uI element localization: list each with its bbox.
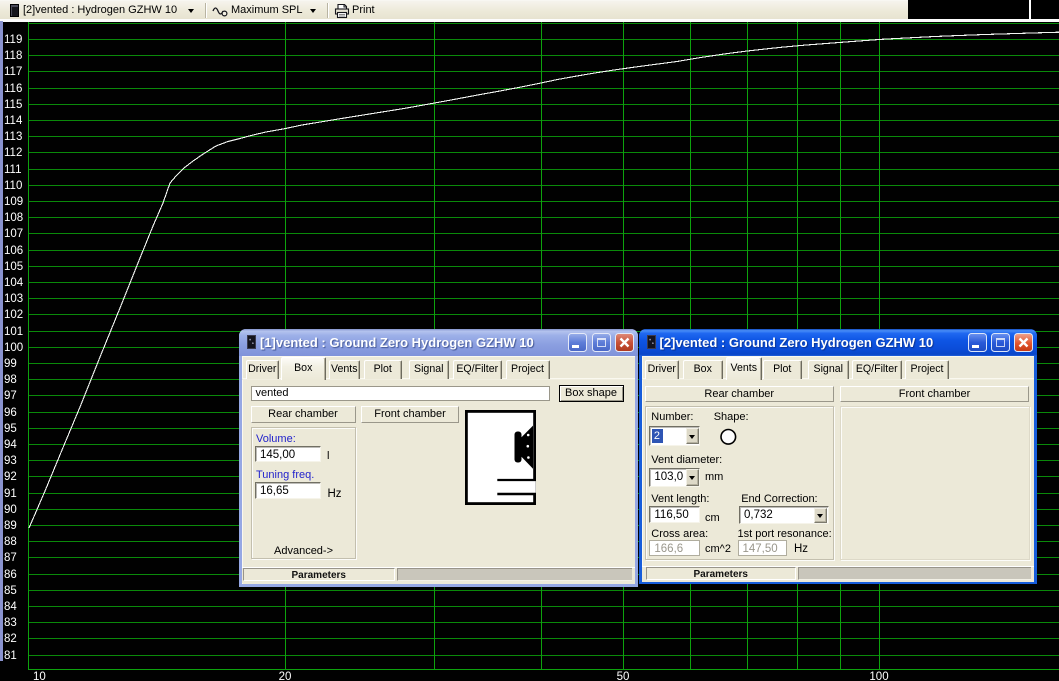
svg-text:119: 119	[4, 34, 22, 46]
svg-text:83: 83	[4, 617, 17, 629]
svg-text:92: 92	[4, 471, 17, 483]
svg-text:101: 101	[4, 326, 23, 338]
svg-text:110: 110	[4, 180, 22, 192]
svg-text:88: 88	[4, 536, 17, 548]
svg-text:10: 10	[33, 671, 46, 681]
svg-text:100: 100	[4, 342, 23, 354]
svg-text:20: 20	[279, 671, 292, 681]
svg-text:98: 98	[4, 374, 17, 386]
svg-text:95: 95	[4, 423, 17, 435]
svg-text:113: 113	[4, 131, 22, 143]
svg-text:105: 105	[4, 261, 23, 273]
svg-text:106: 106	[4, 245, 23, 257]
svg-text:108: 108	[4, 212, 23, 224]
svg-text:87: 87	[4, 552, 17, 564]
svg-text:89: 89	[4, 520, 17, 532]
svg-text:99: 99	[4, 358, 17, 370]
svg-text:107: 107	[4, 228, 23, 240]
svg-text:104: 104	[4, 277, 24, 289]
svg-text:116: 116	[4, 83, 22, 95]
svg-text:117: 117	[4, 66, 22, 78]
svg-text:112: 112	[4, 147, 22, 159]
svg-text:96: 96	[4, 407, 17, 419]
svg-text:90: 90	[4, 504, 17, 516]
svg-text:50: 50	[617, 671, 630, 681]
svg-text:100: 100	[869, 671, 888, 681]
svg-text:114: 114	[4, 115, 23, 127]
svg-text:85: 85	[4, 585, 17, 597]
svg-text:93: 93	[4, 455, 17, 467]
svg-text:111: 111	[4, 164, 21, 176]
svg-text:81: 81	[4, 650, 17, 662]
svg-text:118: 118	[4, 50, 22, 62]
svg-text:91: 91	[4, 488, 17, 500]
svg-text:103: 103	[4, 293, 23, 305]
svg-text:86: 86	[4, 569, 17, 581]
svg-text:94: 94	[4, 439, 17, 451]
svg-text:109: 109	[4, 196, 23, 208]
svg-text:84: 84	[4, 601, 17, 613]
svg-text:82: 82	[4, 633, 17, 645]
svg-text:115: 115	[4, 99, 22, 111]
svg-text:102: 102	[4, 309, 23, 321]
svg-text:97: 97	[4, 390, 17, 402]
